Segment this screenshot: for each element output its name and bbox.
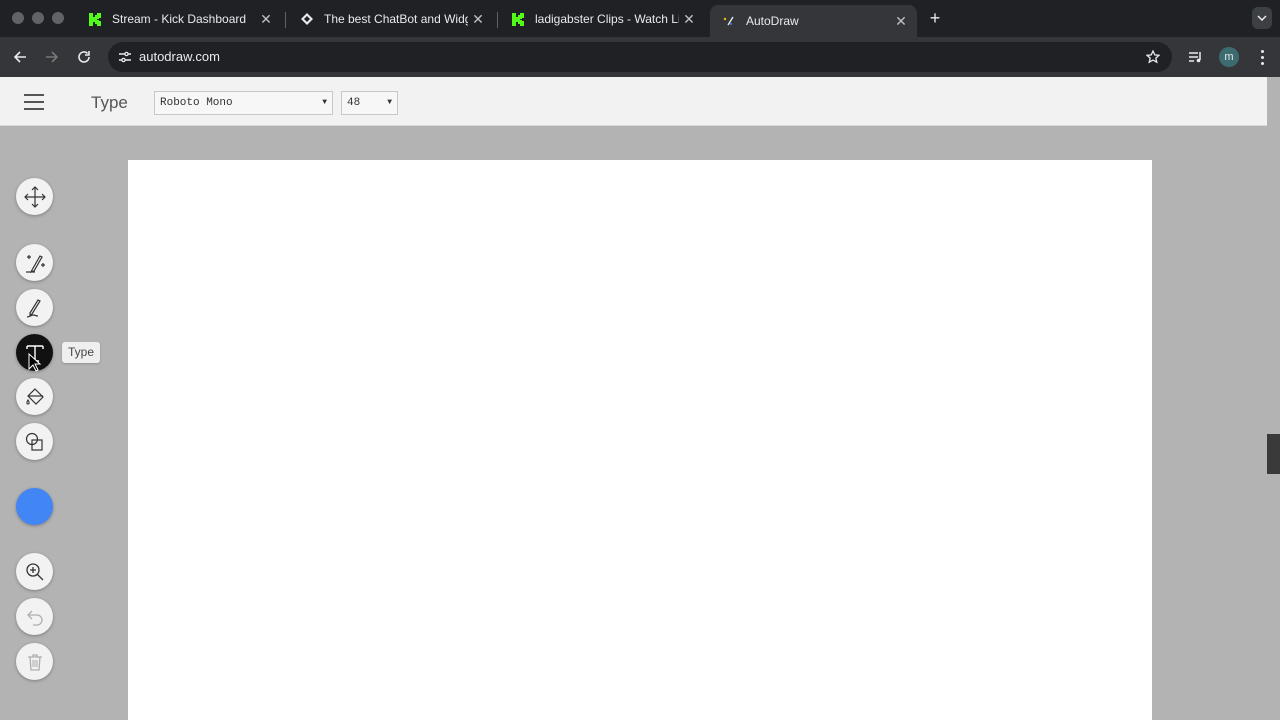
undo-button[interactable] (16, 598, 53, 635)
arrow-left-icon (13, 51, 26, 63)
address-bar[interactable]: autodraw.com (108, 42, 1172, 72)
color-picker-button[interactable] (16, 488, 53, 525)
chevron-down-icon (1257, 15, 1267, 21)
media-control-button[interactable] (1184, 45, 1208, 69)
app-header: Type Roboto Mono ▼ 48 ▼ (0, 77, 1267, 126)
autodraw-app: Type Roboto Mono ▼ 48 ▼ Type (0, 77, 1280, 720)
shapes-icon (25, 432, 43, 451)
zoom-in-icon (25, 562, 43, 580)
tab-title: ladigabster Clips - Watch Live (535, 12, 679, 26)
shape-tool-button[interactable] (16, 423, 53, 460)
forward-button[interactable] (40, 45, 64, 69)
dropdown-arrow-icon: ▼ (387, 98, 392, 107)
zoom-button[interactable] (16, 553, 53, 590)
tab-title: The best ChatBot and Widgets (324, 12, 468, 26)
reload-button[interactable] (72, 45, 96, 69)
autodraw-logo-icon (722, 14, 736, 28)
arrow-right-icon (46, 51, 59, 63)
fill-tool-button[interactable] (16, 378, 53, 415)
browser-menu-button[interactable] (1256, 45, 1268, 69)
tab-separator (285, 12, 286, 28)
autodraw-tool-button[interactable] (16, 244, 53, 281)
back-button[interactable] (8, 45, 32, 69)
undo-icon (26, 610, 43, 626)
window-close-button[interactable] (12, 12, 24, 24)
tab-kick-clips[interactable]: ladigabster Clips - Watch Live ✕ (499, 4, 705, 34)
dropdown-arrow-icon: ▼ (322, 98, 327, 107)
kick-logo-icon (88, 12, 102, 26)
scrollbar-thumb[interactable] (1267, 434, 1280, 474)
tab-close-icon[interactable]: ✕ (679, 9, 699, 29)
tab-title: AutoDraw (746, 14, 799, 28)
drawing-canvas[interactable] (128, 160, 1152, 720)
tab-separator (497, 12, 498, 28)
tab-close-icon[interactable]: ✕ (891, 11, 911, 31)
profile-avatar[interactable]: m (1219, 47, 1239, 67)
autodraw-pen-icon (25, 254, 45, 273)
tab-close-icon[interactable]: ✕ (468, 9, 488, 29)
current-tool-label: Type (91, 93, 128, 112)
url-text: autodraw.com (139, 49, 220, 64)
tool-tooltip: Type (62, 342, 101, 363)
paint-bucket-icon (25, 387, 44, 405)
hamburger-menu-icon[interactable] (24, 94, 44, 110)
window-zoom-button[interactable] (52, 12, 64, 24)
scrollbar-track[interactable] (1267, 77, 1280, 720)
font-family-select[interactable]: Roboto Mono ▼ (154, 91, 333, 115)
bookmark-star-icon[interactable] (1144, 48, 1162, 66)
botrix-logo-icon (300, 12, 314, 26)
tab-autodraw[interactable]: AutoDraw ✕ (710, 5, 917, 37)
pencil-icon (26, 298, 41, 318)
move-arrows-icon (23, 185, 46, 208)
site-settings-icon[interactable] (116, 48, 134, 66)
draw-tool-button[interactable] (16, 289, 53, 326)
font-size-value: 48 (347, 97, 361, 109)
window-minimize-button[interactable] (32, 12, 44, 24)
trash-icon (27, 653, 42, 671)
reload-icon (78, 51, 90, 63)
tab-chatbot[interactable]: The best ChatBot and Widgets ✕ (288, 4, 494, 34)
new-tab-button[interactable]: + (924, 6, 946, 30)
kick-logo-icon (511, 12, 525, 26)
browser-toolbar: autodraw.com m (0, 37, 1280, 77)
queue-music-icon (1189, 52, 1201, 63)
tab-close-icon[interactable]: ✕ (256, 9, 276, 29)
tab-kick-dashboard[interactable]: Stream - Kick Dashboard ✕ (76, 4, 282, 34)
delete-button[interactable] (16, 643, 53, 680)
font-family-value: Roboto Mono (160, 97, 233, 109)
browser-tabstrip: Stream - Kick Dashboard ✕ The best ChatB… (0, 0, 1280, 37)
select-tool-button[interactable] (16, 178, 53, 215)
mouse-cursor-icon (28, 353, 42, 372)
tab-search-button[interactable] (1252, 7, 1272, 29)
tab-title: Stream - Kick Dashboard (112, 12, 247, 26)
font-size-select[interactable]: 48 ▼ (341, 91, 398, 115)
